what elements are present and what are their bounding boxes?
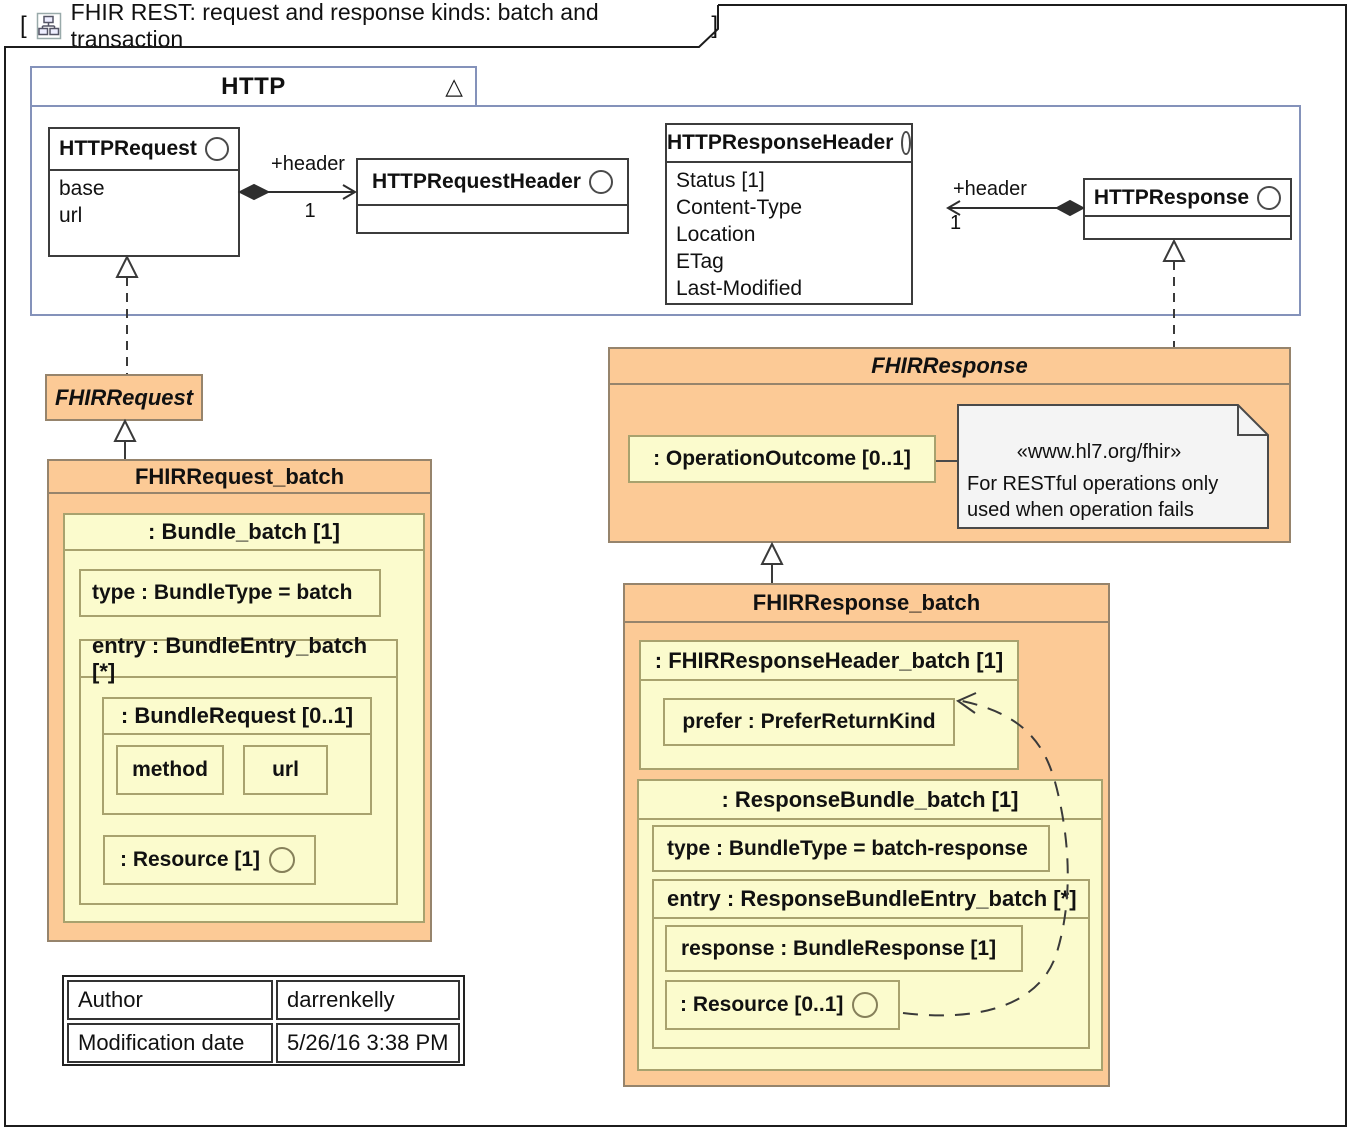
circle-icon	[1257, 186, 1281, 210]
diagram-info-table: Author darrenkelly Modification date 5/2…	[62, 975, 465, 1066]
property-prefer[interactable]: prefer : PreferReturnKind	[663, 698, 955, 746]
property-resource-1-label: : Resource [1]	[120, 848, 260, 872]
table-cell-value: 5/26/16 3:38 PM	[276, 1023, 460, 1063]
assoc-request-header-multiplicity: 1	[298, 200, 322, 223]
class-httpresponseheader-attributes: Status [1] Content-Type Location ETag La…	[667, 163, 911, 303]
property-responsebundle-type-label: type : BundleType = batch-response	[667, 837, 1028, 861]
class-httprequestheader[interactable]: HTTPRequestHeader	[356, 158, 629, 234]
note-content: «www.hl7.org/fhir» For RESTful operation…	[958, 405, 1268, 528]
property-bundle-type[interactable]: type : BundleType = batch	[79, 569, 381, 617]
attribute: Last-Modified	[676, 276, 911, 303]
circle-icon	[901, 131, 911, 155]
property-responsebundle-batch-label: : ResponseBundle_batch [1]	[639, 781, 1101, 820]
assoc-request-header-label: +header	[262, 153, 354, 176]
diagram-title-tab: [ FHIR REST: request and response kinds:…	[4, 4, 718, 47]
attribute: ETag	[676, 249, 911, 276]
attribute: Location	[676, 222, 911, 249]
class-httprequest-header: HTTPRequest	[50, 129, 238, 171]
class-httpresponse-header: HTTPResponse	[1085, 180, 1290, 217]
attribute: url	[59, 203, 238, 230]
property-operationoutcome[interactable]: : OperationOutcome [0..1]	[628, 435, 936, 483]
property-bundleresponse[interactable]: response : BundleResponse [1]	[665, 925, 1023, 972]
property-bundle-batch-label: : Bundle_batch [1]	[65, 515, 423, 551]
diagram-title: FHIR REST: request and response kinds: b…	[71, 0, 703, 53]
title-close-bracket: ]	[711, 12, 718, 40]
collapse-triangle-icon[interactable]: △	[445, 73, 463, 100]
table-row: Author darrenkelly	[67, 980, 460, 1020]
property-bundleresponse-label: response : BundleResponse [1]	[681, 937, 996, 961]
property-method-label: method	[132, 758, 208, 782]
http-package-name: HTTP	[221, 73, 286, 101]
property-fhirresponseheader-batch-label: : FHIRResponseHeader_batch [1]	[641, 642, 1017, 681]
diagram-canvas: [ FHIR REST: request and response kinds:…	[0, 0, 1352, 1132]
note-line2: used when operation fails	[967, 499, 1194, 522]
property-url[interactable]: url	[243, 745, 328, 795]
assoc-response-header-label: +header	[953, 178, 1045, 201]
attribute: base	[59, 176, 238, 203]
note-stereotype: «www.hl7.org/fhir»	[958, 441, 1240, 464]
class-httpresponseheader-name: HTTPResponseHeader	[667, 131, 893, 155]
class-fhirresponse-name: FHIRResponse	[610, 349, 1289, 385]
class-httpresponse[interactable]: HTTPResponse	[1083, 178, 1292, 240]
property-operationoutcome-label: : OperationOutcome [0..1]	[653, 447, 911, 471]
title-open-bracket: [	[20, 12, 27, 40]
class-httprequest[interactable]: HTTPRequest base url	[48, 127, 240, 257]
assoc-response-header-multiplicity: 1	[950, 212, 974, 235]
note-line1: For RESTful operations only	[967, 473, 1218, 496]
circle-icon	[205, 137, 229, 161]
attribute: Content-Type	[676, 195, 911, 222]
property-bundle-entry-label: entry : BundleEntry_batch [*]	[81, 641, 396, 678]
class-diagram-icon	[36, 12, 62, 40]
class-fhirrequest-batch-name: FHIRRequest_batch	[49, 461, 430, 494]
circle-icon	[589, 170, 613, 194]
class-fhirrequest-name: FHIRRequest	[55, 385, 193, 411]
class-httprequest-name: HTTPRequest	[59, 137, 197, 161]
property-resource-2-label: : Resource [0..1]	[680, 993, 843, 1017]
class-httpresponseheader-header: HTTPResponseHeader	[667, 125, 911, 163]
table-row: Modification date 5/26/16 3:38 PM	[67, 1023, 460, 1063]
table-cell-label: Author	[67, 980, 273, 1020]
property-resource-2[interactable]: : Resource [0..1]	[665, 980, 900, 1030]
class-httprequestheader-header: HTTPRequestHeader	[358, 160, 627, 206]
property-resource-1[interactable]: : Resource [1]	[103, 835, 316, 885]
class-fhirresponse-batch-name: FHIRResponse_batch	[625, 585, 1108, 623]
class-httpresponse-name: HTTPResponse	[1094, 186, 1249, 210]
http-package-tab[interactable]: HTTP △	[30, 66, 477, 107]
class-httpresponseheader[interactable]: HTTPResponseHeader Status [1] Content-Ty…	[665, 123, 913, 305]
property-responsebundle-entry-label: entry : ResponseBundleEntry_batch [*]	[654, 881, 1088, 919]
class-httprequestheader-name: HTTPRequestHeader	[372, 170, 581, 194]
property-bundle-type-label: type : BundleType = batch	[92, 581, 352, 605]
circle-icon	[269, 847, 295, 873]
property-prefer-label: prefer : PreferReturnKind	[682, 710, 935, 734]
table-cell-label: Modification date	[67, 1023, 273, 1063]
class-httprequest-attributes: base url	[50, 171, 238, 230]
property-url-label: url	[272, 758, 299, 782]
table-cell-value: darrenkelly	[276, 980, 460, 1020]
property-responsebundle-type[interactable]: type : BundleType = batch-response	[652, 825, 1050, 872]
circle-icon	[852, 992, 878, 1018]
class-fhirrequest[interactable]: FHIRRequest	[45, 374, 203, 421]
property-bundlerequest-label: : BundleRequest [0..1]	[104, 699, 370, 735]
attribute: Status [1]	[676, 168, 911, 195]
property-method[interactable]: method	[116, 745, 224, 795]
